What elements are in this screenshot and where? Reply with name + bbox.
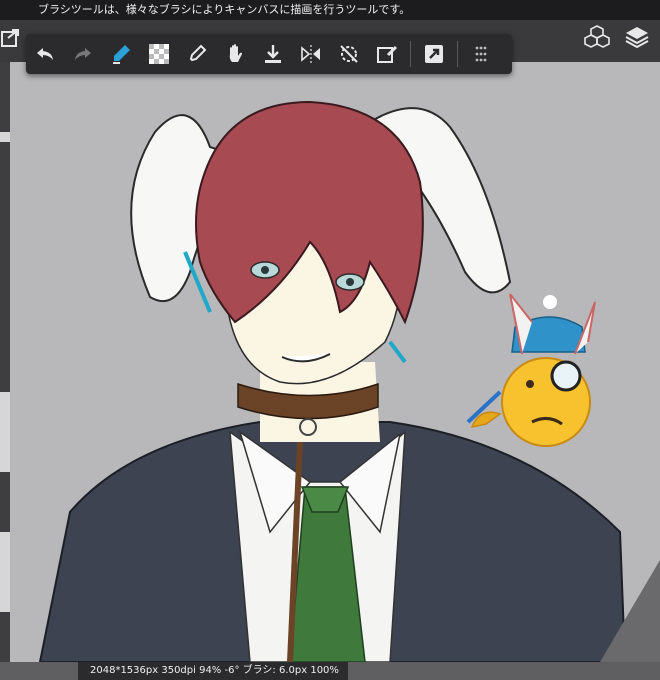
redo-icon: [75, 48, 91, 60]
panel-tab[interactable]: [0, 532, 10, 612]
artwork: [38, 100, 627, 662]
panel-tab[interactable]: [0, 392, 10, 472]
toolbar-separator: [410, 41, 411, 67]
rotate-reset-button[interactable]: [330, 34, 368, 74]
export-button[interactable]: [415, 34, 453, 74]
brush-eraser-swap-button[interactable]: [102, 34, 140, 74]
left-panel-edge: [0, 62, 10, 662]
canvas-status: 2048*1536px 350dpi 94% -6° ブラシ: 6.0px 10…: [78, 662, 348, 680]
redo-button[interactable]: [64, 34, 102, 74]
flip-horizontal-button[interactable]: [292, 34, 330, 74]
transparent-color-icon: [149, 44, 169, 64]
top-right-icons: [584, 24, 650, 50]
drawing-canvas[interactable]: [10, 62, 660, 662]
hand-icon: [229, 44, 242, 62]
edit-layer-button[interactable]: [368, 34, 406, 74]
import-button[interactable]: [254, 34, 292, 74]
toolbar-separator: [457, 41, 458, 67]
cubes-icon[interactable]: [584, 24, 610, 50]
thinking-emoji-sticker: [466, 293, 596, 447]
tool-hint: ブラシツールは、様々なブラシによりキャンバスに描画を行うツールです。: [0, 0, 660, 20]
rotate-reset-icon: [340, 45, 358, 63]
brush-eraser-swap-icon: [113, 45, 130, 64]
undo-icon: [37, 48, 53, 60]
edit-layer-icon: [377, 45, 398, 63]
export-arrow-icon[interactable]: [0, 26, 20, 50]
undo-button[interactable]: [26, 34, 64, 74]
eyedropper-icon: [189, 44, 207, 62]
panel-tab[interactable]: [0, 132, 10, 142]
transparent-color-button[interactable]: [140, 34, 178, 74]
grid-menu-icon: [475, 46, 487, 62]
export-icon: [425, 45, 443, 63]
hand-button[interactable]: [216, 34, 254, 74]
flip-horizontal-icon: [301, 45, 320, 63]
layers-icon[interactable]: [624, 24, 650, 50]
toolbar-menu-button[interactable]: [462, 34, 500, 74]
eyedropper-button[interactable]: [178, 34, 216, 74]
import-icon: [265, 45, 281, 63]
command-toolbar: [26, 34, 512, 74]
